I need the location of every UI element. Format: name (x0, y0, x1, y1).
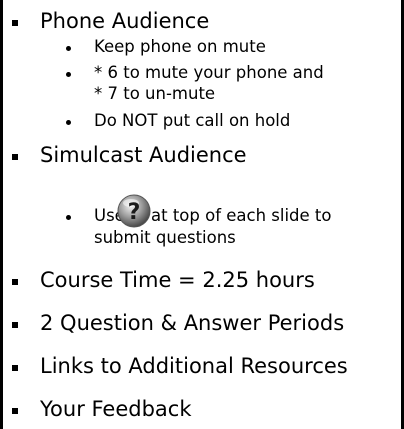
sub-item-no-hold: Do NOT put call on hold (94, 111, 291, 130)
bullet-square (12, 322, 18, 328)
bullet-square (12, 154, 18, 160)
sub-bullet-dot (66, 72, 71, 77)
sub-bullet-dot (66, 46, 71, 51)
sub-item-submit-questions: submit questions (94, 228, 236, 247)
bullet-simulcast-audience: Simulcast Audience (40, 143, 247, 167)
bullet-qa-periods: 2 Question & Answer Periods (40, 311, 345, 335)
bullet-phone-audience: Phone Audience (40, 9, 210, 33)
sub-item-mute-star6: * 6 to mute your phone and (94, 63, 324, 82)
sub-bullet-dot (66, 215, 71, 220)
bullet-square (12, 279, 18, 285)
bullet-square (12, 20, 18, 26)
bullet-your-feedback: Your Feedback (40, 397, 192, 421)
help-question-icon: ? (117, 194, 151, 228)
bullet-square (12, 365, 18, 371)
sub-item-unmute-star7: * 7 to un-mute (94, 84, 216, 103)
sub-item-keep-mute: Keep phone on mute (94, 37, 266, 56)
bullet-links-resources: Links to Additional Resources (40, 354, 348, 378)
bullet-square (12, 408, 18, 414)
sub-bullet-dot (66, 120, 71, 125)
bullet-course-time: Course Time = 2.25 hours (40, 268, 315, 292)
sub-item-at-top: at top of each slide to (151, 206, 332, 225)
svg-text:?: ? (128, 200, 141, 225)
